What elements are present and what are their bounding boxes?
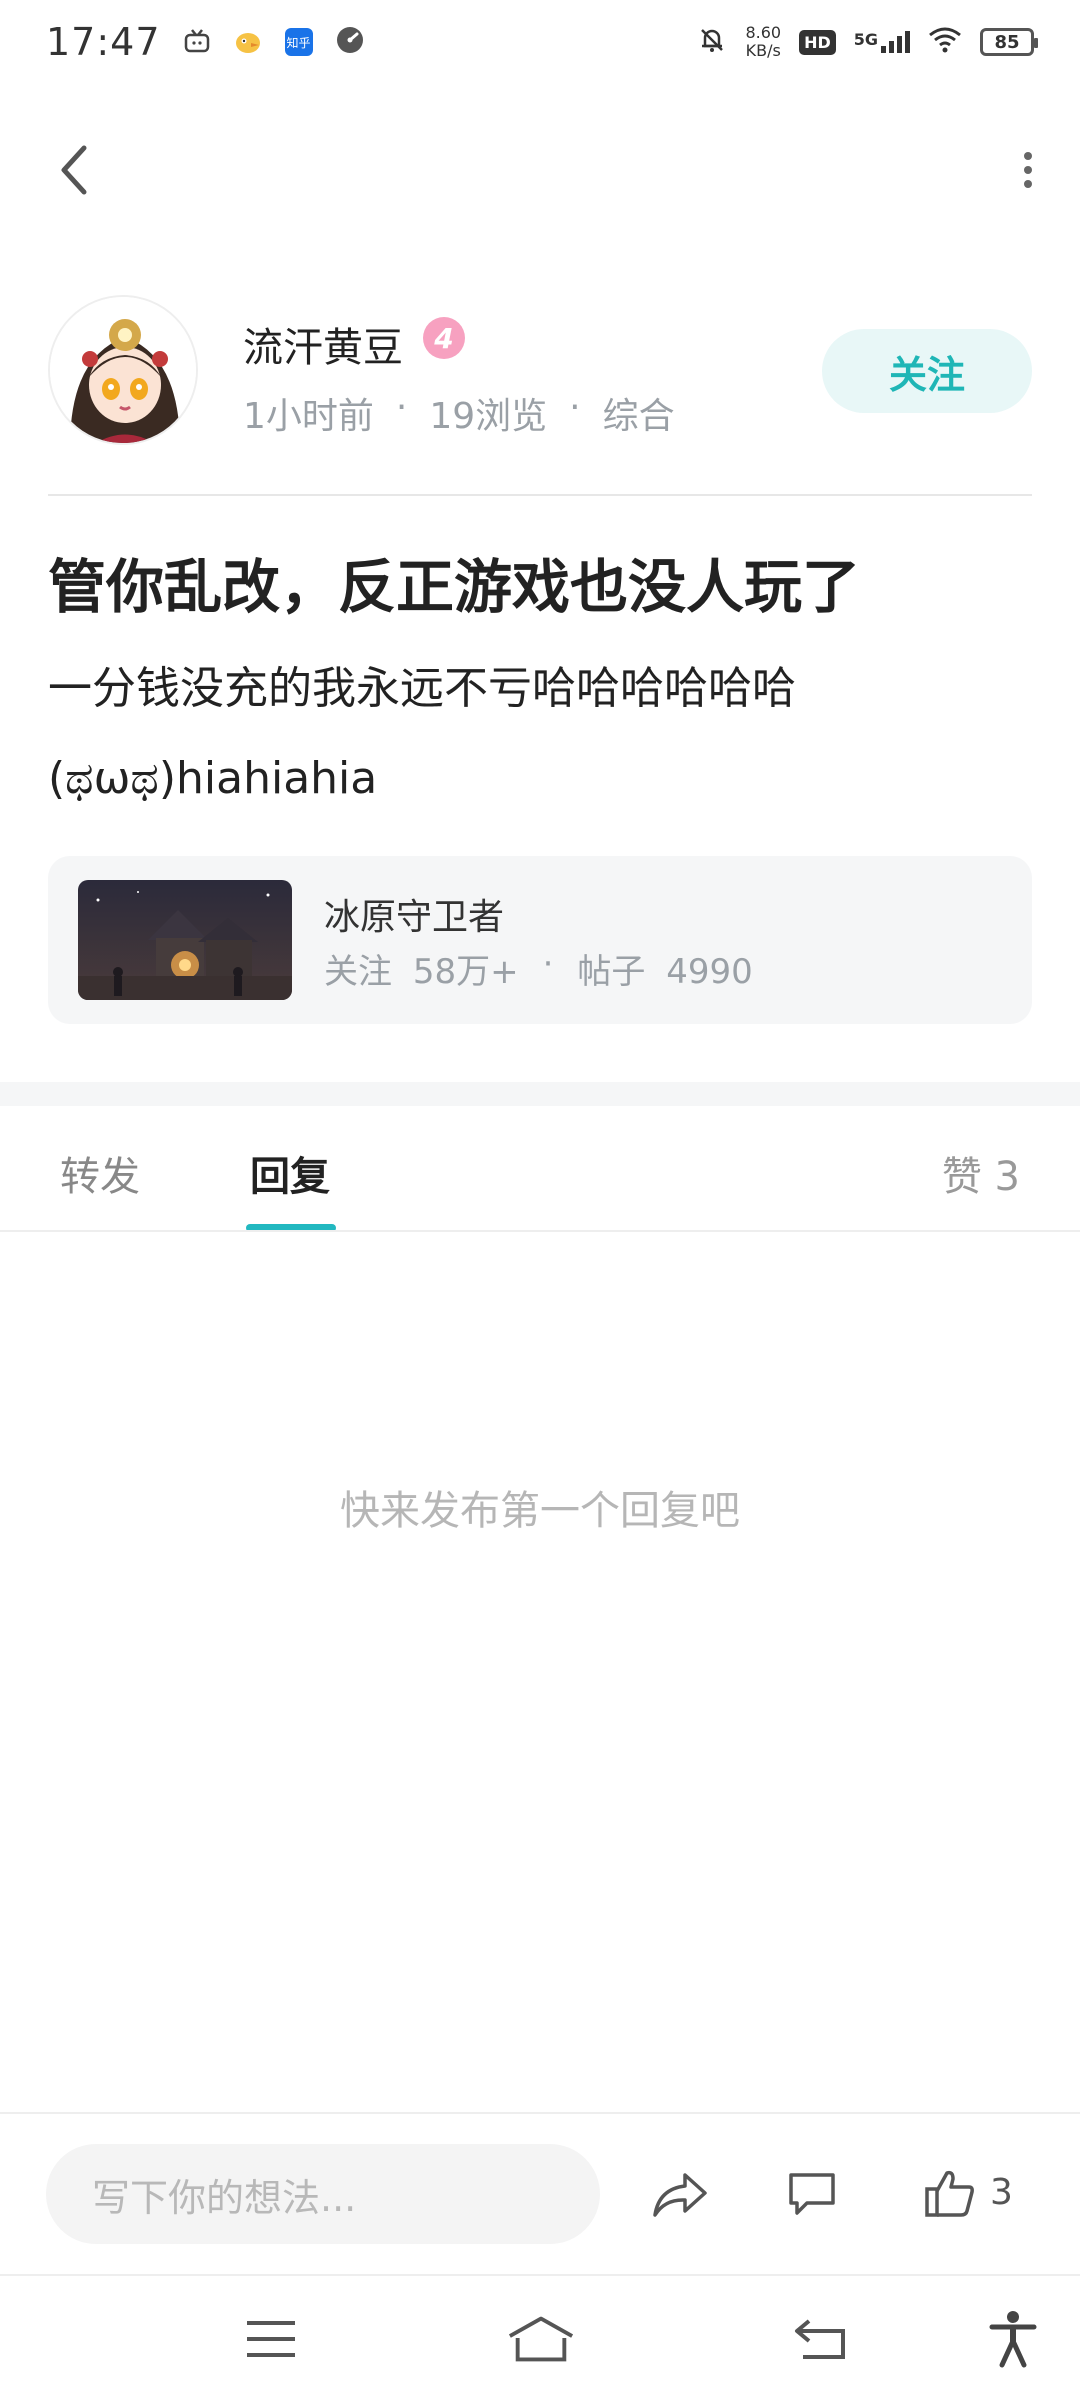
back-button[interactable] bbox=[44, 140, 104, 200]
meta-separator: · bbox=[395, 387, 408, 428]
post-title: 管你乱改，反正游戏也没人玩了 bbox=[48, 553, 861, 621]
zhihu-app-icon: 知乎 bbox=[284, 28, 313, 56]
empty-state-text: 快来发布第一个回复吧 bbox=[340, 1488, 740, 1534]
tab-bar: 转发 回复 赞 3 bbox=[0, 1106, 1080, 1232]
speed-app-icon bbox=[335, 20, 365, 64]
net-speed-value: 8.60 bbox=[745, 23, 782, 42]
mute-bell-icon bbox=[697, 25, 727, 60]
menu-icon bbox=[247, 2321, 295, 2357]
return-icon bbox=[795, 2319, 845, 2359]
tv-app-icon bbox=[183, 20, 211, 64]
wifi-icon bbox=[928, 26, 962, 59]
post-body-line: 一分钱没充的我永远不亏哈哈哈哈哈哈 bbox=[48, 663, 796, 714]
hd-badge: HD bbox=[799, 29, 836, 55]
battery-icon: 85 bbox=[980, 28, 1038, 56]
thumbs-up-icon bbox=[925, 2170, 974, 2217]
home-button[interactable] bbox=[506, 2306, 576, 2372]
game-posts: 帖子 4990 bbox=[577, 944, 752, 993]
followers-label: 关注 bbox=[324, 952, 392, 992]
accessibility-icon bbox=[989, 2311, 1037, 2368]
game-stats: 关注 58万+ · 帖子 4990 bbox=[324, 944, 753, 993]
bird-app-icon bbox=[233, 20, 263, 64]
net-speed-unit: KB/s bbox=[745, 41, 781, 60]
like-button[interactable] bbox=[918, 2162, 982, 2226]
posts-label: 帖子 bbox=[577, 952, 646, 992]
network-speed: 8.60 KB/s bbox=[745, 24, 781, 60]
share-icon bbox=[653, 2173, 707, 2217]
follow-button[interactable]: 关注 bbox=[822, 329, 1032, 413]
comment-button[interactable] bbox=[780, 2162, 844, 2226]
followers-value: 58万+ bbox=[412, 952, 519, 992]
tab-repost[interactable]: 转发 bbox=[60, 1144, 140, 1202]
meta-separator: · bbox=[569, 387, 581, 428]
status-bar: 17:47 知乎 8.60 KB/s HD 5G 85 bbox=[0, 0, 1080, 84]
comment-icon bbox=[789, 2173, 835, 2215]
author-name[interactable]: 流汗黄豆 bbox=[243, 315, 403, 373]
share-button[interactable] bbox=[648, 2162, 712, 2226]
post-body-line: (ಥωಥ)hiahiahia bbox=[48, 753, 378, 804]
divider bbox=[0, 2112, 1080, 2114]
system-back-button[interactable] bbox=[786, 2306, 856, 2372]
post-meta: 1小时前 · 19浏览 · 综合 bbox=[243, 387, 675, 439]
avatar[interactable] bbox=[48, 295, 198, 445]
home-icon bbox=[508, 2316, 574, 2362]
comment-input[interactable]: 写下你的想法... bbox=[46, 2144, 600, 2244]
signal-label: 5G bbox=[853, 30, 878, 49]
more-options-button[interactable] bbox=[998, 140, 1058, 200]
post-body: 一分钱没充的我永远不亏哈哈哈哈哈哈 (ಥωಥ)hiahiahia bbox=[48, 644, 1032, 824]
view-count: 19浏览 bbox=[429, 396, 548, 437]
menu-button[interactable] bbox=[236, 2306, 306, 2372]
game-followers: 关注 58万+ bbox=[324, 944, 519, 993]
stats-separator: · bbox=[542, 944, 554, 984]
more-vertical-icon bbox=[1024, 152, 1032, 188]
top-nav bbox=[0, 130, 1080, 210]
tab-reply[interactable]: 回复 bbox=[250, 1144, 330, 1202]
game-thumbnail bbox=[78, 880, 292, 1000]
system-nav-bar bbox=[0, 2276, 1080, 2400]
level-badge: 4 bbox=[423, 317, 465, 359]
signal-icon: 5G bbox=[854, 30, 910, 54]
like-count: 3 bbox=[990, 2172, 1013, 2213]
author-row: 流汗黄豆 4 1小时前 · 19浏览 · 综合 关注 bbox=[48, 295, 1032, 445]
divider bbox=[48, 494, 1032, 496]
accessibility-button[interactable] bbox=[978, 2306, 1048, 2372]
post-category[interactable]: 综合 bbox=[603, 387, 675, 439]
game-name: 冰原守卫者 bbox=[324, 897, 505, 938]
section-gap bbox=[0, 1082, 1080, 1106]
chevron-left-icon bbox=[61, 145, 87, 195]
status-time: 17:47 bbox=[46, 20, 161, 64]
tab-likes[interactable]: 赞 3 bbox=[942, 1144, 1020, 1202]
post-time: 1小时前 bbox=[243, 396, 374, 437]
posts-value: 4990 bbox=[666, 952, 753, 992]
divider bbox=[0, 1230, 1080, 1232]
game-card[interactable]: 冰原守卫者 关注 58万+ · 帖子 4990 bbox=[48, 856, 1032, 1024]
